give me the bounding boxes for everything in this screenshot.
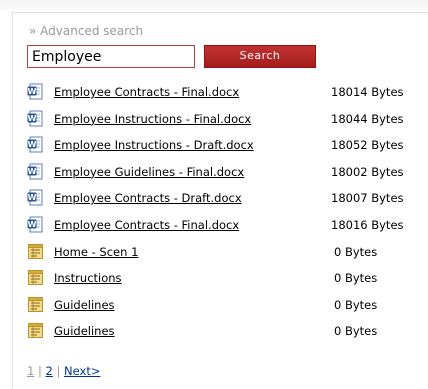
result-link[interactable]: Guidelines [54,298,115,312]
pagination: 1 | 2 | Next> [27,364,100,378]
result-link[interactable]: Employee Contracts - Final.docx [54,218,239,232]
pager-separator: | [56,364,61,378]
file-size: 0 Bytes [334,297,378,312]
result-link[interactable]: Instructions [54,271,122,285]
word-document-icon: W [27,163,44,180]
list-item: W Employee Instructions - Draft.docx 180… [27,134,428,161]
result-link[interactable]: Employee Contracts - Draft.docx [54,191,242,205]
file-size: 18007 Bytes [331,191,404,206]
result-link[interactable]: Employee Guidelines - Final.docx [54,165,244,179]
current-page: 1 [27,364,35,378]
file-size: 18052 Bytes [331,138,404,153]
search-input[interactable] [27,45,195,68]
file-size: 18002 Bytes [331,164,404,179]
list-item: W Employee Guidelines - Final.docx 18002… [27,161,428,188]
results-list: W Employee Contracts - Final.docx 18014 … [27,81,428,347]
list-item: W Employee Instructions - Final.docx 180… [27,108,428,135]
result-link[interactable]: Employee Instructions - Draft.docx [54,138,254,152]
svg-text:W: W [28,220,37,229]
advanced-search-link[interactable]: » Advanced search [29,24,143,38]
list-item: Guidelines 0 Bytes [27,320,428,347]
page-2-link[interactable]: 2 [46,364,53,378]
file-size: 0 Bytes [334,244,378,259]
list-item: Guidelines 0 Bytes [27,294,428,321]
word-document-icon: W [27,216,44,233]
search-button[interactable]: Search [204,45,316,68]
page-icon [27,243,44,260]
result-link[interactable]: Home - Scen 1 [54,245,138,259]
list-item: W Employee Contracts - Final.docx 18014 … [27,81,428,108]
list-item: W Employee Contracts - Final.docx 18016 … [27,214,428,241]
file-size: 0 Bytes [334,324,378,339]
list-item: Home - Scen 1 0 Bytes [27,241,428,268]
svg-text:W: W [28,193,37,202]
page-icon [27,296,44,313]
file-size: 18016 Bytes [331,217,404,232]
pager-separator: | [37,364,42,378]
page-icon [27,322,44,339]
svg-text:W: W [28,114,37,123]
svg-text:W: W [28,167,37,176]
result-link[interactable]: Guidelines [54,324,115,338]
svg-text:W: W [28,140,37,149]
top-band [0,0,428,11]
page-icon [27,269,44,286]
file-size: 18014 Bytes [331,85,404,99]
word-document-icon: W [27,83,44,100]
result-link[interactable]: Employee Contracts - Final.docx [54,85,239,99]
next-page-link[interactable]: Next> [64,364,100,378]
result-link[interactable]: Employee Instructions - Final.docx [54,112,251,126]
svg-text:W: W [28,87,37,96]
file-size: 18044 Bytes [331,111,404,126]
list-item: Instructions 0 Bytes [27,267,428,294]
file-size: 0 Bytes [334,271,378,286]
word-document-icon: W [27,189,44,206]
word-document-icon: W [27,110,44,127]
list-item: W Employee Contracts - Draft.docx 18007 … [27,187,428,214]
word-document-icon: W [27,136,44,153]
